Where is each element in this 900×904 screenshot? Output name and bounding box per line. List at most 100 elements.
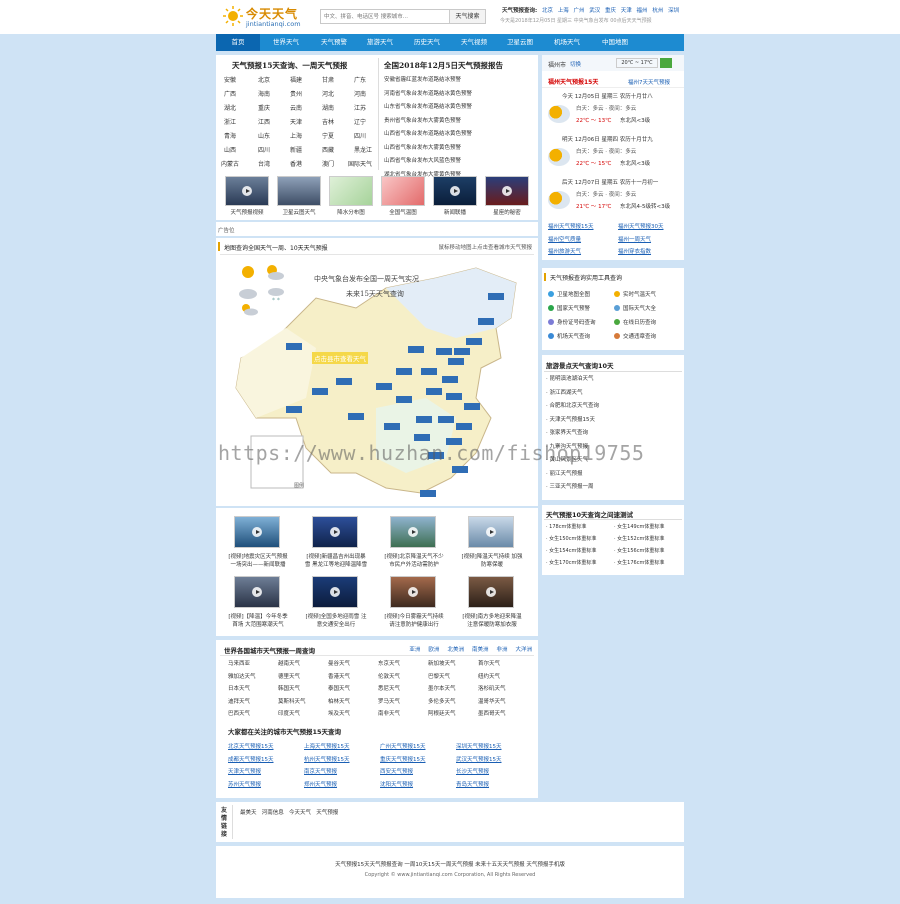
focus-city-link[interactable]: 西安天气预报: [380, 767, 413, 775]
nav-travel-weather[interactable]: 旅游天气: [358, 34, 402, 51]
focus-city-link[interactable]: 天津天气预报: [228, 767, 261, 775]
report-item[interactable]: 山西省气象台发布大风蓝色预警: [384, 156, 461, 164]
world-city-link[interactable]: 东京天气: [378, 659, 400, 667]
nav-satellite[interactable]: 卫星云图: [498, 34, 542, 51]
world-city-link[interactable]: 韩国天气: [278, 684, 300, 692]
report-item[interactable]: 贵州省气象台发布大雾黄色预警: [384, 116, 461, 124]
province-link[interactable]: 四川: [354, 131, 366, 140]
focus-city-link[interactable]: 苏州天气预报: [228, 780, 261, 788]
nav-weather-alerts[interactable]: 天气预警: [312, 34, 356, 51]
world-city-link[interactable]: 巴黎天气: [428, 672, 450, 680]
city-weather-link[interactable]: 福州天气预报15天: [548, 222, 594, 230]
province-link[interactable]: 安徽: [224, 75, 236, 84]
map-city-marker[interactable]: [414, 434, 430, 441]
map-city-marker[interactable]: [348, 413, 364, 420]
hot-city-link[interactable]: 福州: [637, 8, 648, 14]
province-link[interactable]: 天津: [290, 117, 302, 126]
video-caption[interactable]: 星座的秘密: [479, 208, 535, 216]
tour-link[interactable]: · 三亚天气预报一周: [546, 482, 594, 490]
map-city-marker[interactable]: [426, 388, 442, 395]
video-thumb[interactable]: [468, 576, 514, 608]
change-city-link[interactable]: 切换: [570, 60, 581, 68]
map-city-marker[interactable]: [448, 358, 464, 365]
video-caption[interactable]: [视频]地震灾区天气预报 一场突出——新闻联播: [226, 552, 290, 568]
province-link[interactable]: 西藏: [322, 145, 334, 154]
tour-link[interactable]: · 张家界天气查询: [546, 428, 588, 436]
weight-link[interactable]: · 女生154cm体重标准: [546, 547, 596, 554]
world-city-link[interactable]: 新加坡天气: [428, 659, 456, 667]
province-link[interactable]: 福建: [290, 75, 302, 84]
tool-link[interactable]: 国家天气预警: [557, 304, 590, 312]
map-city-marker[interactable]: [436, 348, 452, 355]
video-thumb-news[interactable]: [433, 176, 477, 206]
weight-link[interactable]: · 女生176cm体重标准: [614, 559, 664, 566]
focus-city-link[interactable]: 郑州天气预报: [304, 780, 337, 788]
video-thumb-star[interactable]: [485, 176, 529, 206]
world-city-link[interactable]: 印度天气: [278, 709, 300, 717]
province-link[interactable]: 江苏: [354, 103, 366, 112]
video-thumb-precip[interactable]: [329, 176, 373, 206]
focus-city-link[interactable]: 上海天气预报15天: [304, 742, 350, 750]
city-weather-link[interactable]: 福州穿衣指数: [618, 247, 651, 255]
province-link[interactable]: 香港: [290, 159, 302, 168]
friend-link[interactable]: 河南信息: [262, 810, 284, 816]
video-caption[interactable]: 天气预报视频: [219, 208, 275, 216]
nav-home[interactable]: 首页: [216, 34, 260, 51]
tour-link[interactable]: · 天津天气预报15天: [546, 415, 595, 423]
province-link[interactable]: 上海: [290, 131, 302, 140]
footer-links[interactable]: 天气预报15天天气预报查询 一周10天15天一周天气预报 未来十五天天气预报 天…: [216, 860, 684, 868]
video-thumb[interactable]: [312, 576, 358, 608]
world-city-link[interactable]: 越南天气: [278, 659, 300, 667]
map-city-marker[interactable]: [442, 376, 458, 383]
nav-history-weather[interactable]: 历史天气: [404, 34, 450, 51]
video-caption[interactable]: 卫星云图天气: [271, 208, 327, 216]
video-thumb[interactable]: [234, 516, 280, 548]
map-city-marker[interactable]: [464, 403, 480, 410]
friend-link[interactable]: 天气预报: [316, 810, 338, 816]
province-link[interactable]: 山东: [258, 131, 270, 140]
report-item[interactable]: 山东省气象台发布道路结冰黄色预警: [384, 102, 472, 110]
province-link[interactable]: 河北: [322, 89, 334, 98]
world-tab[interactable]: 大洋洲: [515, 647, 532, 653]
nav-world-weather[interactable]: 世界天气: [262, 34, 310, 51]
province-link[interactable]: 黑龙江: [354, 145, 372, 154]
world-tab[interactable]: 南美洲: [472, 647, 489, 653]
world-city-link[interactable]: 雅加达天气: [228, 672, 256, 680]
world-tab[interactable]: 非洲: [496, 647, 507, 653]
map-city-marker[interactable]: [376, 383, 392, 390]
tool-link[interactable]: 机场天气查询: [557, 332, 590, 340]
video-thumb-temp[interactable]: [381, 176, 425, 206]
tool-link[interactable]: 国际天气大全: [623, 304, 656, 312]
tour-link[interactable]: · 浙江西湖天气: [546, 388, 583, 396]
focus-city-link[interactable]: 杭州天气预报15天: [304, 755, 350, 763]
province-link[interactable]: 宁夏: [322, 131, 334, 140]
focus-city-link[interactable]: 武汉天气预报15天: [456, 755, 502, 763]
city-weather-link[interactable]: 福州天气预报30天: [618, 222, 664, 230]
province-link[interactable]: 辽宁: [354, 117, 366, 126]
hot-city-link[interactable]: 杭州: [652, 8, 663, 14]
world-city-link[interactable]: 伦敦天气: [378, 672, 400, 680]
world-city-link[interactable]: 香港天气: [328, 672, 350, 680]
video-thumb-satellite[interactable]: [277, 176, 321, 206]
focus-city-link[interactable]: 沈阳天气预报: [380, 780, 413, 788]
city-weather-link[interactable]: 福州旅游天气: [548, 247, 581, 255]
city-weather-link[interactable]: 福州空气质量: [548, 235, 581, 243]
world-city-link[interactable]: 首尔天气: [478, 659, 500, 667]
province-link[interactable]: 湖北: [224, 103, 236, 112]
world-city-link[interactable]: 多伦多天气: [428, 697, 456, 705]
world-city-link[interactable]: 南非天气: [378, 709, 400, 717]
world-city-link[interactable]: 埃及天气: [328, 709, 350, 717]
world-city-link[interactable]: 墨尔本天气: [428, 684, 456, 692]
nav-china-map[interactable]: 中国地图: [592, 34, 638, 51]
province-link[interactable]: 澳门: [322, 159, 334, 168]
province-link[interactable]: 云南: [290, 103, 302, 112]
map-city-marker[interactable]: [336, 378, 352, 385]
focus-city-link[interactable]: 南京天气预报: [304, 767, 337, 775]
world-city-link[interactable]: 泰国天气: [328, 684, 350, 692]
world-city-link[interactable]: 悉尼天气: [378, 684, 400, 692]
forecast-7day-link[interactable]: 福州7天天气预报: [628, 78, 670, 86]
video-caption[interactable]: [视频]新疆昌吉州出现暴雪 黑龙江等地迎降温降雪: [304, 552, 368, 568]
video-caption[interactable]: [视频]今日雾霾天气持续 请注意防护健康出行: [382, 612, 446, 628]
video-caption[interactable]: 降水分布图: [323, 208, 379, 216]
world-city-link[interactable]: 柏林天气: [328, 697, 350, 705]
